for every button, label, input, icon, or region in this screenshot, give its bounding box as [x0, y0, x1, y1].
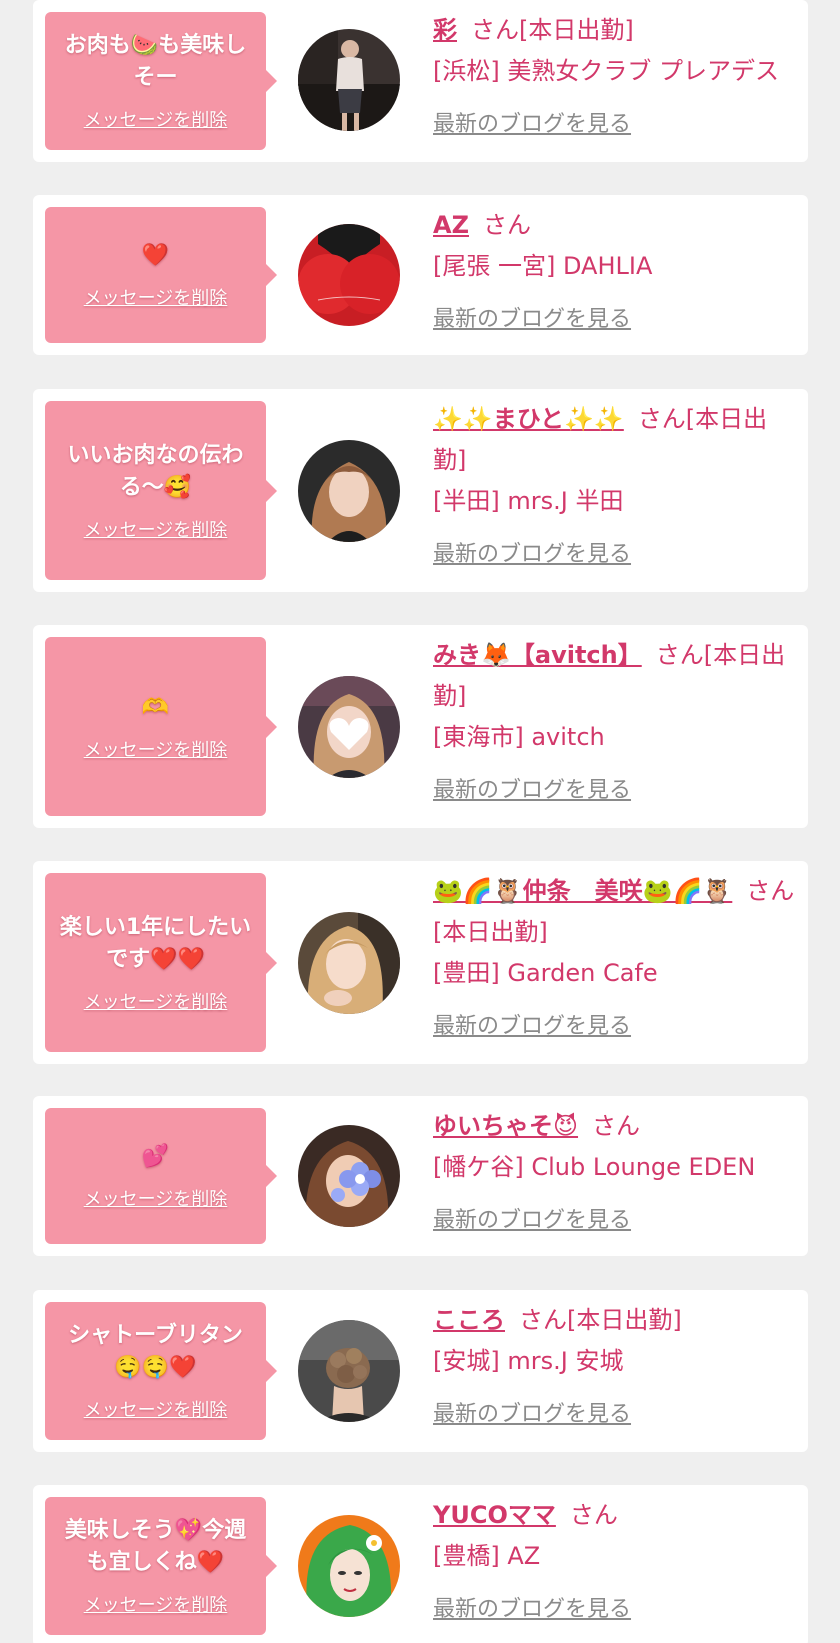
hair-updo-photo: [298, 1320, 400, 1422]
avatar[interactable]: [298, 912, 400, 1014]
cast-suffix: さん: [482, 211, 531, 239]
latest-blog-link[interactable]: 最新のブログを見る: [433, 1589, 631, 1630]
shop-label: [東海市] avitch: [433, 723, 605, 751]
blonde-woman-photo: [298, 912, 400, 1014]
red-heart-photo: [298, 224, 400, 326]
cast-info: ゆいちゃそ😈 さん [幡ケ谷] Club Lounge EDEN 最新のブログを見…: [433, 1106, 796, 1241]
cast-info: AZ さん [尾張 一宮] DAHLIA 最新のブログを見る: [433, 205, 796, 340]
delete-message-link[interactable]: メッセージを削除: [84, 516, 228, 542]
cast-name-link[interactable]: ゆいちゃそ😈: [433, 1112, 578, 1140]
shop-label: [豊橋] AZ: [433, 1542, 541, 1570]
message-card: ❤️ メッセージを削除 AZ さん [尾張 一宮] DAHLIA 最新のブログを見…: [33, 195, 808, 355]
cast-name-line: 彩さん[本日出勤]: [433, 10, 796, 51]
cast-name-line: みき🦊【avitch】 さん[本日出勤]: [433, 635, 796, 717]
woman-portrait-photo: [298, 440, 400, 542]
shop-label: [尾張 一宮] DAHLIA: [433, 252, 653, 280]
delete-message-link[interactable]: メッセージを削除: [84, 1591, 228, 1617]
woman-at-piano-photo: [298, 29, 400, 131]
green-hair-illustration: [298, 1515, 400, 1617]
cast-name-link[interactable]: こころ: [433, 1306, 505, 1334]
message-list: お肉も🍉も美味しそー メッセージを削除 彩さん[本日出勤] [浜松] 美熟女クラ…: [0, 0, 840, 1643]
message-bubble: ❤️ メッセージを削除: [45, 207, 277, 343]
cast-name-link[interactable]: AZ: [433, 211, 469, 239]
cast-name-link[interactable]: 彩: [433, 16, 457, 44]
message-text: お肉も🍉も美味しそー: [64, 33, 247, 90]
avatar[interactable]: [298, 1515, 400, 1617]
avatar[interactable]: [298, 1125, 400, 1227]
latest-blog-link[interactable]: 最新のブログを見る: [433, 1394, 631, 1435]
message-text: 美味しそう💖今週も宜しくね❤️: [64, 1518, 247, 1575]
message-bubble: 💕 メッセージを削除: [45, 1108, 277, 1244]
message-card: 楽しい1年にしたいです❤️❤️ メッセージを削除 🐸🌈🦉仲条 美咲🐸🌈🦉 さん[本…: [33, 861, 808, 1064]
message-text: 💕: [141, 1144, 170, 1169]
cast-suffix: さん[本日出勤]: [519, 1306, 682, 1334]
message-bubble: いいお肉なの伝わる〜🥰 メッセージを削除: [45, 401, 277, 580]
cast-info: こころ さん[本日出勤] [安城] mrs.J 安城 最新のブログを見る: [433, 1300, 796, 1435]
latest-blog-link[interactable]: 最新のブログを見る: [433, 770, 631, 811]
message-card: お肉も🍉も美味しそー メッセージを削除 彩さん[本日出勤] [浜松] 美熟女クラ…: [33, 0, 808, 162]
delete-message-link[interactable]: メッセージを削除: [84, 988, 228, 1014]
message-text: 楽しい1年にしたいです❤️❤️: [59, 914, 252, 972]
latest-blog-link[interactable]: 最新のブログを見る: [433, 1006, 631, 1047]
message-bubble: お肉も🍉も美味しそー メッセージを削除: [45, 12, 277, 150]
woman-heart-covered-face-photo: [298, 676, 400, 778]
shop-label: [豊田] Garden Cafe: [433, 959, 658, 987]
cast-info: YUCOママ さん [豊橋] AZ 最新のブログを見る: [433, 1495, 796, 1630]
cast-info: ✨✨まひと✨✨ さん[本日出勤] [半田] mrs.J 半田 最新のブログを見る: [433, 399, 796, 575]
cast-info: 🐸🌈🦉仲条 美咲🐸🌈🦉 さん[本日出勤] [豊田] Garden Cafe 最新の…: [433, 871, 796, 1047]
latest-blog-link[interactable]: 最新のブログを見る: [433, 299, 631, 340]
message-card: いいお肉なの伝わる〜🥰 メッセージを削除 ✨✨まひと✨✨ さん[本日出勤] [半田…: [33, 389, 808, 592]
message-card: 美味しそう💖今週も宜しくね❤️ メッセージを削除 YUCOママ さん [豊橋] A…: [33, 1485, 808, 1643]
cast-name-line: AZ さん: [433, 205, 796, 246]
avatar[interactable]: [298, 1320, 400, 1422]
message-text: ❤️: [141, 243, 170, 268]
shop-label: [幡ケ谷] Club Lounge EDEN: [433, 1153, 756, 1181]
cast-name-line: ゆいちゃそ😈 さん: [433, 1106, 796, 1147]
latest-blog-link[interactable]: 最新のブログを見る: [433, 534, 631, 575]
delete-message-link[interactable]: メッセージを削除: [84, 736, 228, 762]
shop-label: [浜松] 美熟女クラブ プレアデス: [433, 57, 779, 85]
cast-name-line: 🐸🌈🦉仲条 美咲🐸🌈🦉 さん[本日出勤]: [433, 871, 796, 953]
cast-info: みき🦊【avitch】 さん[本日出勤] [東海市] avitch 最新のブログを…: [433, 635, 796, 811]
cast-info: 彩さん[本日出勤] [浜松] 美熟女クラブ プレアデス 最新のブログを見る: [433, 10, 796, 145]
cast-suffix: さん: [592, 1112, 641, 1140]
shop-label: [半田] mrs.J 半田: [433, 487, 624, 515]
avatar[interactable]: [298, 224, 400, 326]
avatar[interactable]: [298, 29, 400, 131]
latest-blog-link[interactable]: 最新のブログを見る: [433, 1200, 631, 1241]
avatar[interactable]: [298, 676, 400, 778]
cast-name-line: こころ さん[本日出勤]: [433, 1300, 796, 1341]
cast-name-link[interactable]: YUCOママ: [433, 1501, 556, 1529]
shop-label: [安城] mrs.J 安城: [433, 1347, 624, 1375]
latest-blog-link[interactable]: 最新のブログを見る: [433, 104, 631, 145]
cast-suffix: さん[本日出勤]: [471, 16, 634, 44]
delete-message-link[interactable]: メッセージを削除: [84, 106, 228, 132]
cast-name-line: ✨✨まひと✨✨ さん[本日出勤]: [433, 399, 796, 481]
message-bubble: 🫶 メッセージを削除: [45, 637, 277, 816]
woman-with-flower-photo: [298, 1125, 400, 1227]
cast-name-link[interactable]: みき🦊【avitch】: [433, 641, 642, 669]
avatar[interactable]: [298, 440, 400, 542]
cast-name-line: YUCOママ さん: [433, 1495, 796, 1536]
delete-message-link[interactable]: メッセージを削除: [84, 1185, 228, 1211]
message-bubble: シャトーブリタン🤤🤤❤️ メッセージを削除: [45, 1302, 277, 1440]
delete-message-link[interactable]: メッセージを削除: [84, 284, 228, 310]
cast-suffix: さん: [569, 1501, 618, 1529]
message-text: 🫶: [141, 694, 170, 720]
message-card: 🫶 メッセージを削除 みき🦊【avitch】 さん[本日出勤] [東海市] avi…: [33, 625, 808, 828]
message-card: 💕 メッセージを削除 ゆいちゃそ😈 さん [幡ケ谷] Club Lounge ED…: [33, 1096, 808, 1256]
message-card: シャトーブリタン🤤🤤❤️ メッセージを削除 こころ さん[本日出勤] [安城] m…: [33, 1290, 808, 1452]
cast-name-link[interactable]: 🐸🌈🦉仲条 美咲🐸🌈🦉: [433, 877, 732, 905]
message-text: シャトーブリタン🤤🤤❤️: [68, 1323, 243, 1380]
message-bubble: 楽しい1年にしたいです❤️❤️ メッセージを削除: [45, 873, 277, 1052]
cast-name-link[interactable]: ✨✨まひと✨✨: [433, 405, 624, 433]
delete-message-link[interactable]: メッセージを削除: [84, 1396, 228, 1422]
message-text: いいお肉なの伝わる〜🥰: [67, 442, 244, 500]
message-bubble: 美味しそう💖今週も宜しくね❤️ メッセージを削除: [45, 1497, 277, 1635]
